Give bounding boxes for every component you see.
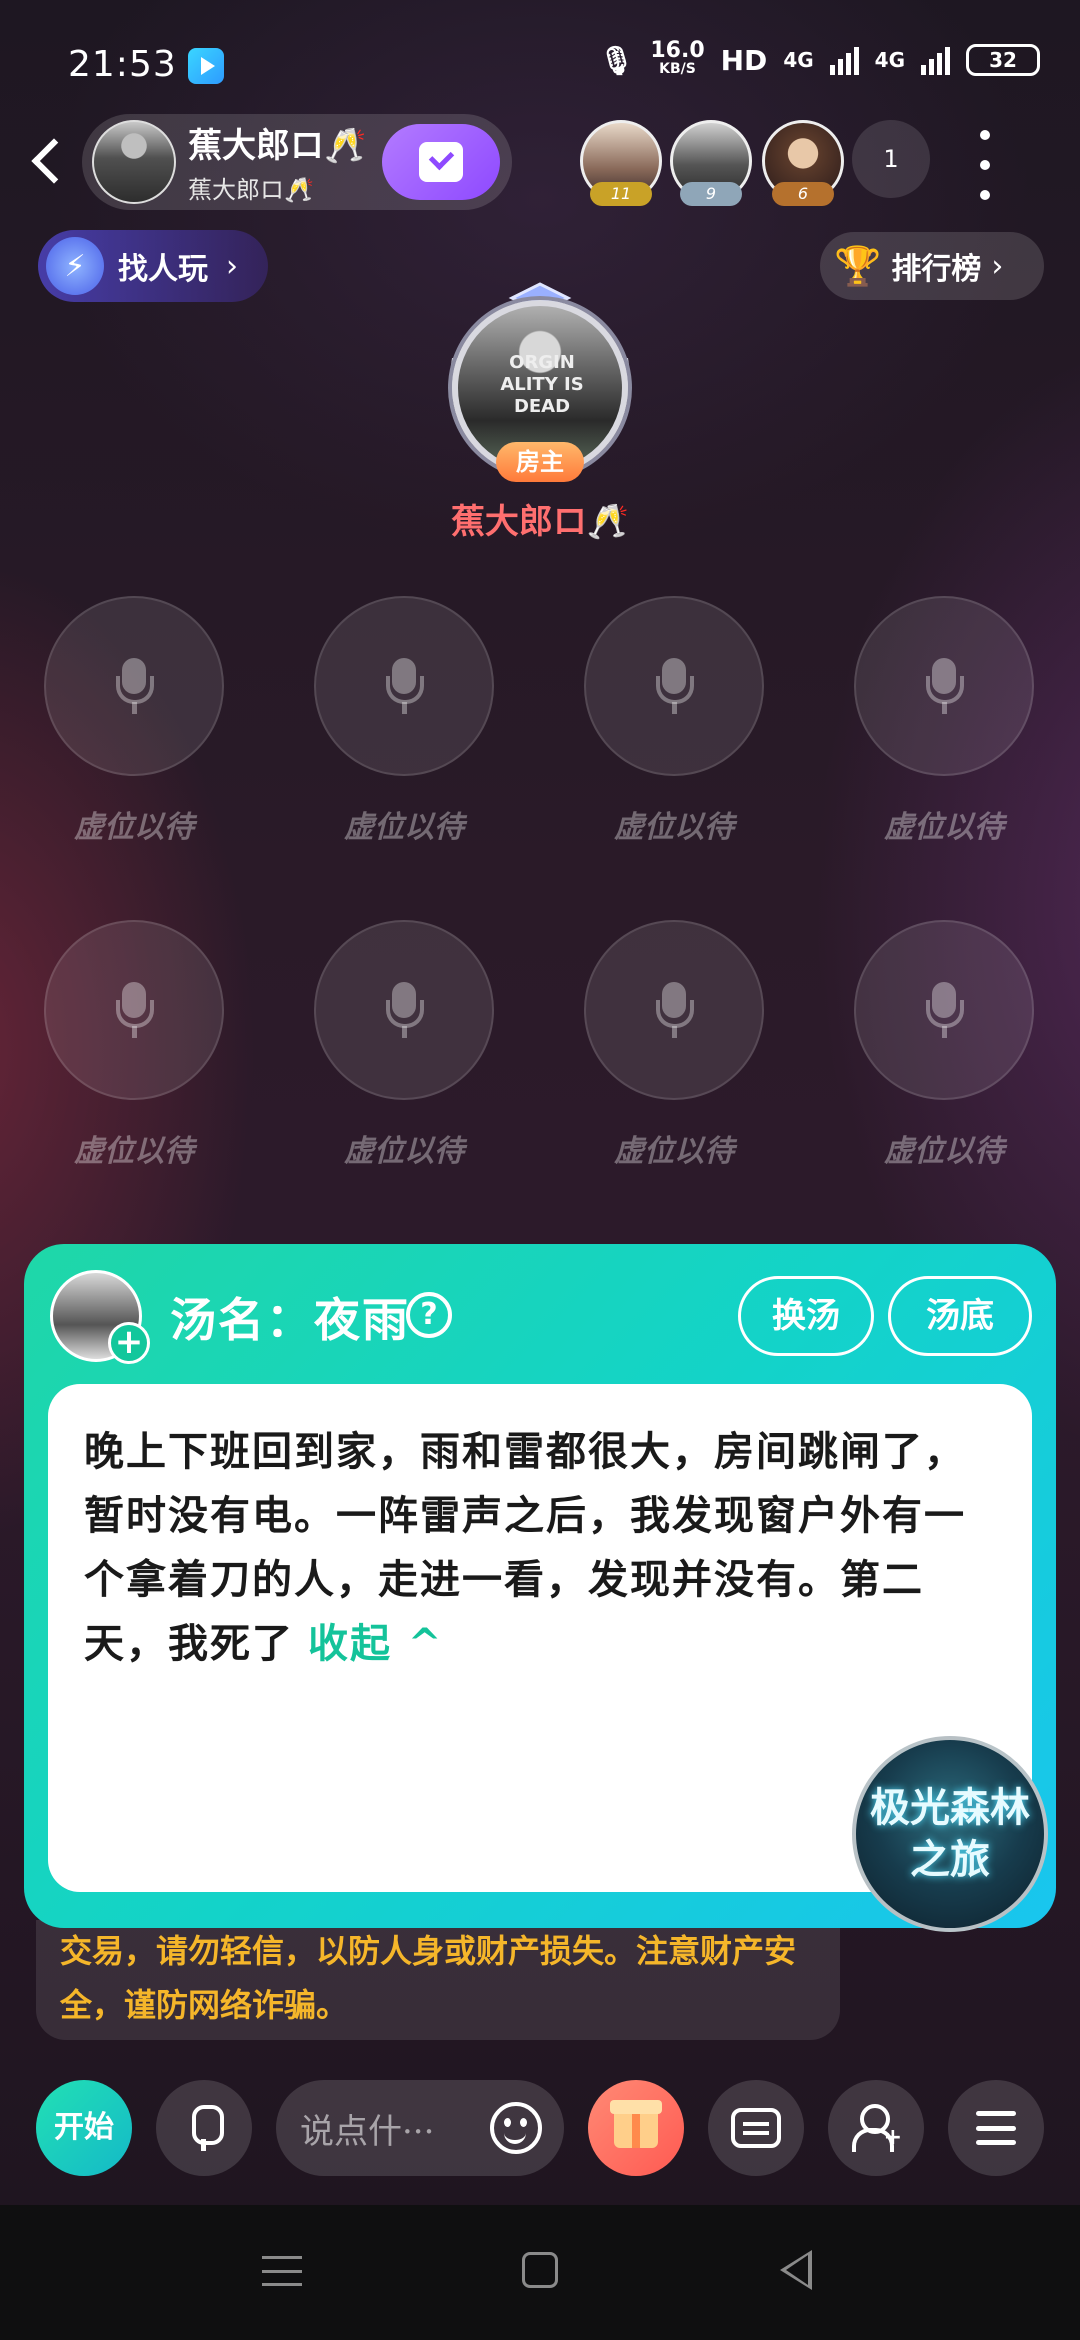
leaderboard-label: 排行榜 [891,252,982,287]
mic-icon [926,658,964,714]
lightning-icon: ⚡ [46,237,104,295]
empty-seat-7[interactable] [584,920,764,1100]
message-icon [731,2108,781,2148]
back-button[interactable] [26,130,72,192]
safety-notice-text: 交易，请勿轻信，以防人身或财产损失。注意财产安全，谨防网络诈骗。 [60,1932,797,2024]
mic-status-icon: 🎙 [598,43,635,77]
net-type-2: 4G [874,48,905,72]
emoji-icon[interactable] [490,2102,542,2154]
mic-icon [116,982,154,1038]
gift-icon [610,2100,662,2148]
change-soup-button[interactable]: 换汤 [738,1276,874,1356]
mic-icon [386,982,424,1038]
mic-icon [386,658,424,714]
seat-label-8: 虚位以待 [884,1134,1004,1169]
nav-recents-icon[interactable] [262,2256,302,2286]
trophy-icon: 🏆 [834,243,882,288]
room-owner-name: 蕉大郎ロ🥂 [188,176,314,204]
theme-line-2: 之旅 [910,1836,990,1883]
story-text: 晚上下班回到家，雨和雷都很大，房间跳闸了，暂时没有电。一阵雷声之后，我发现窗户外… [84,1428,966,1667]
host-badge: 房主 [496,442,584,482]
room-name: 蕉大郎ロ🥂 [188,126,367,166]
follow-plus-icon[interactable]: + [108,1322,150,1364]
nav-back-icon[interactable] [780,2250,812,2290]
net-type-1: 4G [783,48,814,72]
empty-seat-5[interactable] [44,920,224,1100]
invite-user-button[interactable]: + [828,2080,924,2176]
add-user-icon: + [852,2104,902,2152]
seat-label-2: 虚位以待 [344,810,464,845]
leaderboard-button[interactable]: 🏆 排行榜 › [820,232,1044,300]
theme-line-1: 极光森林 [870,1784,1030,1831]
seat-label-1: 虚位以待 [74,810,194,845]
rank-badge-1: 11 [590,182,652,206]
start-button[interactable]: 开始 [36,2080,132,2176]
microphone-icon [189,2105,224,2151]
find-people-label: 找人玩 [118,252,208,287]
more-options-icon[interactable] [970,130,1000,200]
gift-button[interactable] [588,2080,684,2176]
seat-label-3: 虚位以待 [614,810,734,845]
mic-icon [656,658,694,714]
chat-input[interactable]: 说点什··· [276,2080,564,2176]
host-avatar-text: ORGIN ALITY IS DEAD [500,352,584,417]
checkin-button[interactable] [382,124,500,200]
empty-seat-2[interactable] [314,596,494,776]
status-time: 21:53 [68,44,177,85]
theme-badge[interactable]: 极光森林 之旅 [852,1736,1048,1932]
mic-icon [116,658,154,714]
menu-button[interactable] [948,2080,1044,2176]
mic-icon [926,982,964,1038]
hd-icon: HD [720,43,768,77]
network-speed: 16.0 KB/S [650,38,705,78]
video-app-icon [188,48,224,84]
online-count[interactable]: 1 [852,120,930,198]
empty-seat-4[interactable] [854,596,1034,776]
empty-seat-1[interactable] [44,596,224,776]
seat-label-6: 虚位以待 [344,1134,464,1169]
signal-icon [829,45,859,75]
seat-label-4: 虚位以待 [884,810,1004,845]
chevron-right-icon: › [226,248,238,284]
soup-title: 汤名：夜雨 [170,1293,410,1347]
seat-label-5: 虚位以待 [74,1134,194,1169]
battery-icon: 32 [966,44,1040,76]
find-people-button[interactable]: ⚡ 找人玩 › [38,230,268,302]
chat-placeholder: 说点什··· [300,2111,435,2152]
empty-seat-6[interactable] [314,920,494,1100]
rank-badge-2: 9 [680,182,742,206]
chevron-right-icon: › [991,248,1004,284]
empty-seat-8[interactable] [854,920,1034,1100]
rank-badge-3: 6 [772,182,834,206]
messages-button[interactable] [708,2080,804,2176]
soup-answer-button[interactable]: 汤底 [888,1276,1032,1356]
mic-icon [656,982,694,1038]
seat-label-7: 虚位以待 [614,1134,734,1169]
calendar-check-icon [419,142,463,182]
host-name: 蕉大郎ロ🥂 [450,502,630,542]
empty-seat-3[interactable] [584,596,764,776]
collapse-link[interactable]: 收起 ^ [308,1620,443,1667]
nav-home-icon[interactable] [522,2252,558,2288]
status-indicators: 🎙 16.0 KB/S HD 4G 4G 32 [598,38,1040,78]
signal-icon-2 [921,45,950,75]
room-avatar[interactable] [92,120,176,204]
help-icon[interactable]: ? [406,1292,452,1338]
mic-toggle-button[interactable] [156,2080,252,2176]
hamburger-icon [976,2111,1016,2145]
